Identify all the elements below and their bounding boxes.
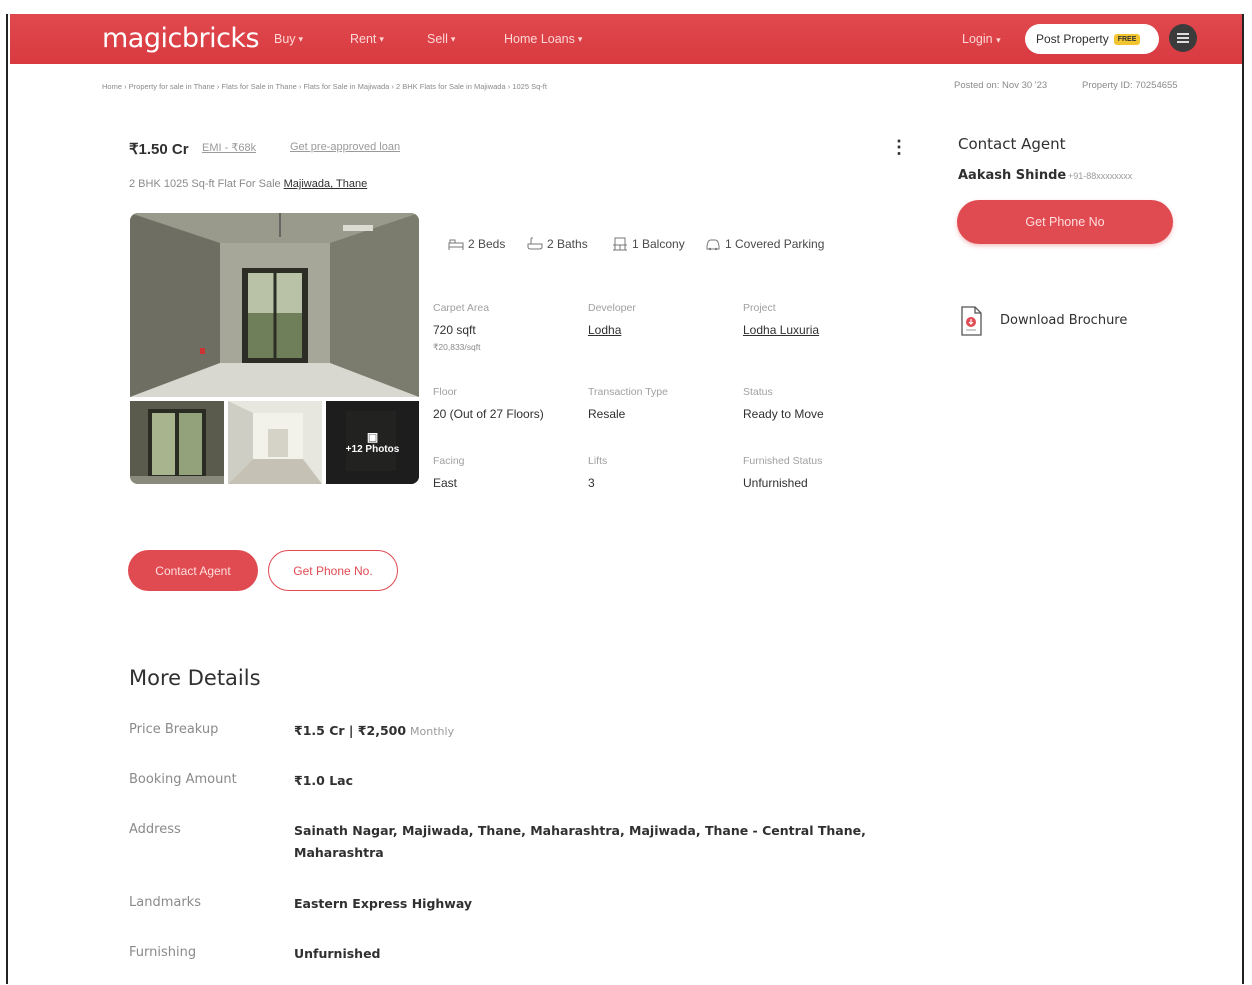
beds-label: 2 Beds bbox=[468, 237, 506, 251]
listing-location-link[interactable]: Majiwada, Thane bbox=[284, 178, 368, 190]
photo-thumbnail[interactable] bbox=[130, 401, 224, 484]
booking-amount-value: ₹1.0 Lac bbox=[294, 773, 354, 788]
developer-link[interactable]: Lodha bbox=[588, 323, 621, 337]
nav-sell[interactable]: Sell ▾ bbox=[427, 32, 455, 46]
post-property-button[interactable]: Post Property FREE bbox=[1025, 24, 1159, 54]
photo-thumbnail[interactable] bbox=[228, 401, 322, 484]
car-icon bbox=[706, 239, 720, 251]
facing-label: Facing bbox=[433, 455, 465, 467]
listing-price: ₹1.50 Cr bbox=[129, 141, 189, 158]
contact-agent-button[interactable]: Contact Agent bbox=[128, 550, 258, 591]
pdf-download-icon[interactable] bbox=[960, 306, 982, 336]
posted-date: Posted on: Nov 30 '23 bbox=[954, 80, 1048, 91]
price-breakup-label: Price Breakup bbox=[129, 722, 219, 737]
lifts-label: Lifts bbox=[588, 455, 608, 467]
chevron-down-icon: ▾ bbox=[577, 33, 583, 44]
price-breakup-amount: ₹1.5 Cr | ₹2,500 bbox=[294, 723, 407, 738]
nav-buy-label: Buy bbox=[274, 32, 296, 46]
agent-get-phone-button[interactable]: Get Phone No bbox=[957, 200, 1173, 244]
carpet-area-label: Carpet Area bbox=[433, 302, 490, 314]
chevron-down-icon: ▾ bbox=[450, 33, 456, 44]
agent-phone-masked: +91-88xxxxxxxx bbox=[1068, 171, 1133, 181]
floor-value: 20 (Out of 27 Floors) bbox=[433, 407, 544, 421]
nav-rent-label: Rent bbox=[350, 32, 377, 46]
hamburger-menu-icon[interactable] bbox=[1169, 24, 1197, 52]
download-brochure-link[interactable]: Download Brochure bbox=[1000, 313, 1127, 328]
furnishing-value: Unfurnished bbox=[294, 946, 381, 961]
chevron-down-icon: ▾ bbox=[996, 35, 1001, 45]
balcony-label: 1 Balcony bbox=[632, 237, 685, 251]
landmarks-label: Landmarks bbox=[129, 895, 201, 910]
booking-amount-label: Booking Amount bbox=[129, 772, 237, 787]
baths-feature: 2 Baths bbox=[527, 237, 588, 251]
facing-value: East bbox=[433, 476, 458, 490]
floor-label: Floor bbox=[433, 386, 457, 398]
chevron-down-icon: ▾ bbox=[379, 33, 384, 44]
status-value: Ready to Move bbox=[743, 407, 824, 421]
window-frame-left bbox=[6, 14, 8, 984]
furnished-status-label: Furnished Status bbox=[743, 455, 823, 467]
emi-link[interactable]: EMI - ₹68k bbox=[202, 141, 256, 154]
transaction-type-value: Resale bbox=[588, 407, 626, 421]
transaction-type-label: Transaction Type bbox=[588, 386, 668, 398]
parking-label: 1 Covered Parking bbox=[725, 237, 825, 251]
lifts-value: 3 bbox=[588, 476, 595, 490]
property-id: Property ID: 70254655 bbox=[1082, 80, 1178, 91]
listing-subtitle: 2 BHK 1025 Sq-ft Flat For Sale Majiwada, … bbox=[129, 178, 367, 190]
landmarks-value: Eastern Express Highway bbox=[294, 896, 473, 911]
bath-icon bbox=[527, 237, 543, 250]
nav-home-loans[interactable]: Home Loans ▾ bbox=[504, 32, 582, 46]
nav-rent[interactable]: Rent ▾ bbox=[350, 32, 384, 46]
price-breakup-period: Monthly bbox=[410, 725, 455, 738]
furnished-status-value: Unfurnished bbox=[743, 476, 808, 490]
post-property-label: Post Property bbox=[1036, 32, 1109, 46]
developer-label: Developer bbox=[588, 302, 636, 314]
parking-feature: 1 Covered Parking bbox=[705, 237, 824, 251]
window-frame-right bbox=[1242, 14, 1244, 984]
furnishing-label: Furnishing bbox=[129, 945, 197, 960]
bed-icon bbox=[448, 239, 464, 250]
beds-feature: 2 Beds bbox=[448, 237, 505, 251]
listing-subtitle-text: 2 BHK 1025 Sq-ft Flat For Sale bbox=[129, 178, 281, 190]
address-label: Address bbox=[129, 822, 181, 837]
address-value: Sainath Nagar, Majiwada, Thane, Maharash… bbox=[294, 823, 866, 860]
agent-name: Aakash Shinde bbox=[958, 168, 1067, 183]
login-label: Login bbox=[962, 32, 993, 46]
more-photos-label: +12 Photos bbox=[345, 444, 400, 455]
free-badge: FREE bbox=[1113, 33, 1141, 45]
preapproved-loan-link[interactable]: Get pre-approved loan bbox=[290, 141, 400, 153]
breadcrumb[interactable]: Home › Property for sale in Thane › Flat… bbox=[102, 82, 547, 91]
baths-label: 2 Baths bbox=[547, 237, 588, 251]
more-photos-tile[interactable]: ▣ +12 Photos bbox=[326, 401, 419, 484]
balcony-icon bbox=[613, 237, 627, 251]
nav-sell-label: Sell bbox=[427, 32, 448, 46]
project-link[interactable]: Lodha Luxuria bbox=[743, 323, 819, 337]
carpet-area-rate: ₹20,833/sqft bbox=[433, 342, 481, 352]
balcony-feature: 1 Balcony bbox=[612, 237, 685, 251]
top-nav-bar: magicbricks Buy ▾ Rent ▾ Sell ▾ Home Loans ▾… bbox=[10, 14, 1242, 64]
main-property-photo[interactable] bbox=[130, 213, 419, 397]
project-label: Project bbox=[743, 302, 776, 314]
nav-home-loans-label: Home Loans bbox=[504, 32, 575, 46]
chevron-down-icon: ▾ bbox=[298, 33, 304, 44]
more-details-heading: More Details bbox=[129, 666, 261, 690]
magicbricks-logo[interactable]: magicbricks bbox=[102, 23, 260, 54]
more-options-icon[interactable]: ⋮ bbox=[890, 138, 908, 156]
more-photos-overlay: ▣ +12 Photos bbox=[326, 401, 419, 484]
price-breakup-value: ₹1.5 Cr | ₹2,500 Monthly bbox=[294, 720, 454, 743]
get-phone-button[interactable]: Get Phone No. bbox=[268, 550, 398, 591]
login-menu[interactable]: Login ▾ bbox=[962, 32, 1001, 46]
status-label: Status bbox=[743, 386, 773, 398]
camera-icon: ▣ bbox=[366, 430, 379, 444]
carpet-area-value: 720 sqft bbox=[433, 323, 476, 337]
contact-agent-heading: Contact Agent bbox=[958, 135, 1066, 153]
nav-buy[interactable]: Buy ▾ bbox=[274, 32, 303, 46]
